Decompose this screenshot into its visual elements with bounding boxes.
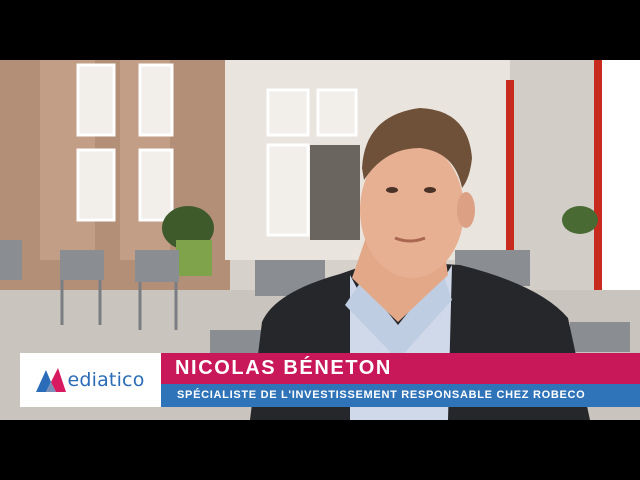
mediatico-m-icon: [36, 368, 67, 392]
speaker-name: NICOLAS BÉNETON: [175, 357, 392, 379]
logo-wordmark: ediatico: [67, 369, 145, 391]
lower-third-banner: ediatico NICOLAS BÉNETON SPÉCIALISTE DE …: [20, 353, 640, 407]
doorway: [310, 145, 360, 240]
speaker-title: SPÉCIALISTE DE L'INVESTISSEMENT RESPONSA…: [177, 389, 586, 401]
video-frame: ediatico NICOLAS BÉNETON SPÉCIALISTE DE …: [0, 0, 640, 480]
name-bar: NICOLAS BÉNETON: [161, 353, 640, 384]
mediatico-logo: ediatico: [20, 353, 161, 407]
red-door-frame: [594, 60, 602, 330]
title-bar: SPÉCIALISTE DE L'INVESTISSEMENT RESPONSA…: [161, 384, 640, 407]
